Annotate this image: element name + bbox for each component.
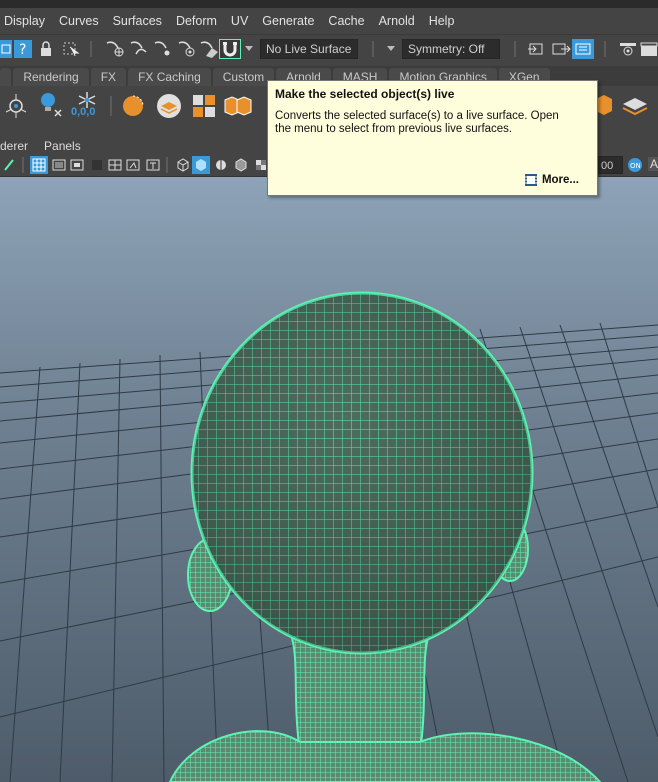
grid-toggle-icon[interactable] bbox=[30, 156, 48, 174]
viewport-a-label[interactable]: A bbox=[648, 157, 658, 171]
bridge-icon[interactable] bbox=[620, 92, 650, 118]
safe-action-icon[interactable] bbox=[124, 156, 142, 174]
cubes-icon[interactable] bbox=[222, 90, 254, 122]
menu-arnold[interactable]: Arnold bbox=[379, 14, 415, 28]
pencil-icon[interactable] bbox=[2, 157, 16, 173]
light-bulb-icon[interactable] bbox=[36, 90, 66, 120]
svg-text:ON: ON bbox=[630, 162, 641, 170]
symmetry-dropdown-icon[interactable] bbox=[386, 43, 396, 55]
select-arrow-icon[interactable] bbox=[62, 41, 80, 57]
render-view-icon[interactable] bbox=[618, 40, 638, 58]
film-icon bbox=[524, 174, 537, 186]
tooltip-more-link[interactable]: More... bbox=[524, 173, 579, 187]
tooltip-more-label[interactable]: More... bbox=[542, 174, 579, 186]
menu-surfaces[interactable]: Surfaces bbox=[113, 14, 162, 28]
lock-icon[interactable] bbox=[38, 41, 54, 57]
menu-cache[interactable]: Cache bbox=[328, 14, 364, 28]
menu-help[interactable]: Help bbox=[429, 14, 455, 28]
tooltip-make-live: Make the selected object(s) live Convert… bbox=[267, 80, 598, 196]
tooltip-title: Make the selected object(s) live bbox=[275, 87, 455, 101]
head-mesh bbox=[168, 291, 602, 782]
viewport-value-field[interactable]: 00 bbox=[595, 156, 623, 174]
coords-label: 0,0,0 bbox=[71, 106, 96, 118]
shelf-tab-rendering[interactable]: Rendering bbox=[13, 68, 89, 86]
snap-to-surface-icon[interactable] bbox=[198, 40, 220, 58]
joint-tool-icon[interactable] bbox=[4, 92, 30, 120]
svg-text:?: ? bbox=[19, 42, 26, 57]
separator bbox=[110, 96, 112, 116]
render-settings-icon[interactable] bbox=[572, 39, 594, 59]
menu-uv[interactable]: UV bbox=[231, 14, 248, 28]
resolution-gate-icon[interactable] bbox=[68, 156, 86, 174]
snap-to-point-icon[interactable] bbox=[152, 40, 174, 58]
snap-to-view-plane-icon[interactable] bbox=[176, 40, 198, 58]
menu-renderer[interactable]: derer bbox=[0, 139, 28, 153]
status-line: ? No Live Surface Symmetry: Off bbox=[0, 34, 658, 63]
shelf-tab-fx[interactable]: FX bbox=[90, 68, 127, 86]
input-line-icon[interactable] bbox=[526, 40, 548, 58]
separator bbox=[90, 41, 92, 57]
wireframe-icon[interactable] bbox=[174, 156, 192, 174]
field-chart-icon[interactable] bbox=[106, 156, 124, 174]
output-window-icon[interactable] bbox=[550, 40, 572, 58]
safe-title-icon[interactable] bbox=[144, 156, 162, 174]
shelf-tab-edge[interactable] bbox=[0, 68, 12, 86]
textured-icon[interactable] bbox=[232, 156, 250, 174]
live-options-dropdown-icon[interactable] bbox=[244, 43, 254, 55]
isolate-select-icon[interactable]: ON bbox=[626, 156, 644, 174]
select-by-hierarchy-icon[interactable] bbox=[0, 40, 12, 58]
make-live-magnet-icon[interactable] bbox=[219, 39, 241, 59]
menu-display[interactable]: Display bbox=[4, 14, 45, 28]
film-gate-icon[interactable] bbox=[50, 156, 68, 174]
menu-curves[interactable]: Curves bbox=[59, 14, 99, 28]
separator bbox=[604, 41, 606, 57]
menu-deform[interactable]: Deform bbox=[176, 14, 217, 28]
live-surface-field[interactable]: No Live Surface bbox=[260, 39, 358, 59]
snap-to-grid-icon[interactable] bbox=[104, 40, 126, 58]
layers-icon[interactable] bbox=[154, 90, 184, 122]
smooth-shade-icon[interactable] bbox=[192, 156, 210, 174]
quads-icon[interactable] bbox=[190, 90, 218, 122]
help-question-icon[interactable]: ? bbox=[14, 40, 32, 58]
separator bbox=[22, 157, 24, 173]
shelf-tab-custom[interactable]: Custom bbox=[212, 68, 275, 86]
viewport-scene bbox=[0, 291, 658, 782]
separator bbox=[514, 41, 516, 57]
3d-viewport[interactable] bbox=[0, 177, 658, 782]
tooltip-description: Converts the selected surface(s) to a li… bbox=[275, 110, 559, 135]
window-title-strip bbox=[0, 0, 658, 8]
wireframe-on-shaded-icon[interactable] bbox=[212, 156, 230, 174]
sphere-sculpt-icon[interactable] bbox=[118, 90, 150, 122]
separator bbox=[372, 41, 374, 57]
separator bbox=[166, 157, 168, 173]
menu-panels[interactable]: Panels bbox=[44, 139, 81, 153]
symmetry-field[interactable]: Symmetry: Off bbox=[402, 39, 500, 59]
shelf-tab-fx-caching[interactable]: FX Caching bbox=[128, 68, 211, 86]
snap-to-curve-icon[interactable] bbox=[128, 40, 150, 58]
menu-generate[interactable]: Generate bbox=[262, 14, 314, 28]
gate-mask-icon[interactable] bbox=[88, 156, 106, 174]
main-menubar: Display Curves Surfaces Deform UV Genera… bbox=[0, 8, 658, 34]
render-clapper-icon[interactable] bbox=[640, 40, 658, 58]
